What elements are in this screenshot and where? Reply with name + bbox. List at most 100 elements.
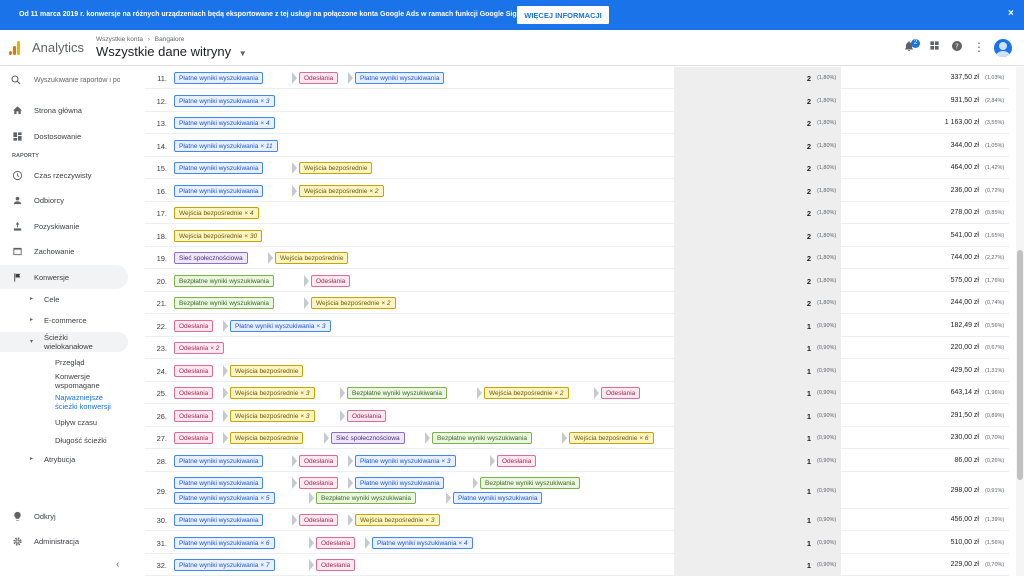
breadcrumb-account[interactable]: Bangalore	[155, 36, 185, 43]
channel-chip[interactable]: Odesłania	[316, 559, 356, 571]
row-number: 28.	[156, 457, 167, 466]
conversions-count: 2	[806, 254, 811, 263]
conversions-percent: (0,90%)	[817, 540, 837, 546]
channel-chip[interactable]: Wejścia bezpośrednie × 3	[230, 410, 315, 422]
sidebar-item-customization[interactable]: Dostosowanie	[0, 124, 128, 148]
channel-chip[interactable]: Płatne wyniki wyszukiwania	[174, 72, 264, 84]
channel-chip[interactable]: Płatne wyniki wyszukiwania × 7	[174, 559, 275, 571]
sidebar-item-ecommerce[interactable]: ▸ E-commerce	[0, 316, 128, 328]
apps-grid-icon[interactable]	[927, 40, 941, 54]
sidebar-item-top-paths[interactable]: Najważniejsze ścieżki konwersji	[55, 393, 119, 411]
channel-chip[interactable]: Odesłania	[316, 537, 356, 549]
channel-chip[interactable]: Płatne wyniki wyszukiwania × 4	[174, 117, 275, 129]
sidebar-item-overview[interactable]: Przegląd	[55, 358, 85, 367]
channel-chip[interactable]: Wejścia bezpośrednie × 30	[174, 230, 263, 242]
channel-chip[interactable]: Płatne wyniki wyszukiwania	[174, 455, 264, 467]
channel-chip[interactable]: Wejścia bezpośrednie	[230, 365, 304, 377]
channel-chip[interactable]: Odesłania	[311, 275, 351, 287]
channel-chip[interactable]: Odesłania	[299, 477, 339, 489]
channel-chip[interactable]: Płatne wyniki wyszukiwania × 6	[174, 537, 275, 549]
channel-chip[interactable]: Bezpłatne wyniki wyszukiwania	[432, 432, 532, 444]
channel-chip[interactable]: Odesłania	[497, 455, 537, 467]
sidebar-item-home[interactable]: Strona główna	[0, 98, 128, 122]
sidebar-item-audience[interactable]: Odbiorcy	[0, 188, 128, 212]
sidebar-item-discover[interactable]: Odkryj	[0, 504, 128, 528]
channel-chip[interactable]: Płatne wyniki wyszukiwania × 11	[174, 140, 278, 152]
channel-chip[interactable]: Wejścia bezpośrednie × 3	[230, 387, 315, 399]
channel-chip[interactable]: Płatne wyniki wyszukiwania × 3	[355, 455, 456, 467]
channel-chip[interactable]: Bezpłatne wyniki wyszukiwania	[174, 275, 274, 287]
sidebar-item-conversions[interactable]: Konwersje	[0, 265, 128, 289]
path-arrow-icon	[477, 387, 482, 399]
sidebar-item-multichannel[interactable]: ▾ Ścieżki wielokanałowe	[0, 332, 128, 352]
conversions-percent: (0,90%)	[817, 562, 837, 568]
conversions-percent: (1,80%)	[817, 188, 837, 194]
channel-chip[interactable]: Odesłania	[299, 514, 339, 526]
channel-chip[interactable]: Bezpłatne wyniki wyszukiwania	[316, 492, 416, 504]
channel-chip[interactable]: Płatne wyniki wyszukiwania × 4	[372, 537, 473, 549]
channel-chip[interactable]: Wejścia bezpośrednie	[275, 252, 349, 264]
channel-chip[interactable]: Wejścia bezpośrednie × 2	[299, 185, 384, 197]
channel-chip[interactable]: Sieć społecznościowa	[174, 252, 248, 264]
sidebar-item-time-lag[interactable]: Upływ czasu	[55, 418, 97, 427]
channel-chip[interactable]: Bezpłatne wyniki wyszukiwania	[174, 297, 274, 309]
sidebar-item-goals[interactable]: ▸ Cele	[0, 295, 128, 307]
breadcrumb[interactable]: Wszystkie konta › Bangalore	[96, 36, 184, 43]
breadcrumb-separator: ›	[147, 36, 150, 43]
channel-chip[interactable]: Płatne wyniki wyszukiwania	[355, 477, 445, 489]
channel-chip[interactable]: Wejścia bezpośrednie × 6	[569, 432, 654, 444]
channel-chip[interactable]: Odesłania	[174, 387, 214, 399]
channel-chip[interactable]: Wejścia bezpośrednie	[230, 432, 304, 444]
channel-chip[interactable]: Odesłania	[174, 410, 214, 422]
channel-chip[interactable]: Płatne wyniki wyszukiwania × 5	[174, 492, 275, 504]
scrollbar[interactable]	[1016, 67, 1024, 576]
channel-chip[interactable]: Odesłania	[174, 320, 214, 332]
collapse-sidebar-icon[interactable]: ‹	[116, 559, 119, 570]
scrollbar-thumb[interactable]	[1017, 250, 1023, 480]
property-selector[interactable]: Wszystkie dane witryny ▼	[96, 44, 247, 59]
row-number: 12.	[156, 97, 167, 106]
channel-chip[interactable]: Bezpłatne wyniki wyszukiwania	[347, 387, 447, 399]
help-icon[interactable]: ?	[950, 40, 964, 54]
conversions-count: 1	[806, 457, 811, 466]
channel-chip[interactable]: Płatne wyniki wyszukiwania	[355, 72, 445, 84]
channel-chip[interactable]: Odesłania	[347, 410, 387, 422]
channel-chip[interactable]: Odesłania	[601, 387, 641, 399]
channel-chip[interactable]: Odesłania	[174, 432, 214, 444]
channel-chip[interactable]: Płatne wyniki wyszukiwania	[174, 514, 264, 526]
sidebar-item-attribution[interactable]: ▸ Atrybucja	[0, 455, 128, 467]
channel-chip[interactable]: Wejścia bezpośrednie × 3	[355, 514, 440, 526]
search-input[interactable]: Wyszukiwanie raportów i pomocy	[34, 77, 120, 84]
sidebar-item-behavior[interactable]: Zachowanie	[0, 239, 128, 263]
sidebar-item-realtime[interactable]: Czas rzeczywisty	[0, 163, 128, 187]
channel-chip[interactable]: Odesłania × 2	[174, 342, 225, 354]
channel-chip[interactable]: Płatne wyniki wyszukiwania	[453, 492, 543, 504]
channel-chip[interactable]: Płatne wyniki wyszukiwania	[174, 477, 264, 489]
avatar[interactable]	[994, 39, 1012, 57]
sidebar-item-admin[interactable]: Administracja	[0, 529, 128, 553]
sidebar-item-assisted[interactable]: Konwersje wspomagane	[55, 372, 115, 390]
channel-chip[interactable]: Wejścia bezpośrednie × 2	[484, 387, 569, 399]
close-banner-icon[interactable]: ×	[1008, 9, 1014, 19]
channel-chip[interactable]: Wejścia bezpośrednie × 2	[311, 297, 396, 309]
more-vert-icon[interactable]: ⋮	[972, 40, 986, 54]
channel-chip[interactable]: Płatne wyniki wyszukiwania	[174, 185, 264, 197]
row-number: 14.	[156, 142, 167, 151]
breadcrumb-all-accounts[interactable]: Wszystkie konta	[96, 36, 143, 43]
sidebar-item-path-length[interactable]: Długość ścieżki	[55, 436, 107, 445]
channel-chip[interactable]: Płatne wyniki wyszukiwania × 3	[230, 320, 331, 332]
channel-chip[interactable]: Płatne wyniki wyszukiwania	[174, 162, 264, 174]
sidebar-item-acquisition[interactable]: Pozyskiwanie	[0, 214, 128, 238]
channel-chip[interactable]: Sieć społecznościowa	[331, 432, 405, 444]
channel-chip[interactable]: Odesłania	[174, 365, 214, 377]
channel-chip[interactable]: Płatne wyniki wyszukiwania × 3	[174, 95, 275, 107]
more-info-button[interactable]: WIĘCEJ INFORMACJI	[517, 6, 609, 24]
channel-chip[interactable]: Odesłania	[299, 72, 339, 84]
channel-chip[interactable]: Odesłania	[299, 455, 339, 467]
conversion-value: 575,00 zł	[950, 277, 979, 284]
channel-chip[interactable]: Wejścia bezpośrednie	[299, 162, 373, 174]
channel-chip[interactable]: Wejścia bezpośrednie × 4	[174, 207, 259, 219]
channel-chip[interactable]: Bezpłatne wyniki wyszukiwania	[480, 477, 580, 489]
conversions-count: 2	[806, 277, 811, 286]
conversion-value: 291,50 zł	[950, 412, 979, 419]
